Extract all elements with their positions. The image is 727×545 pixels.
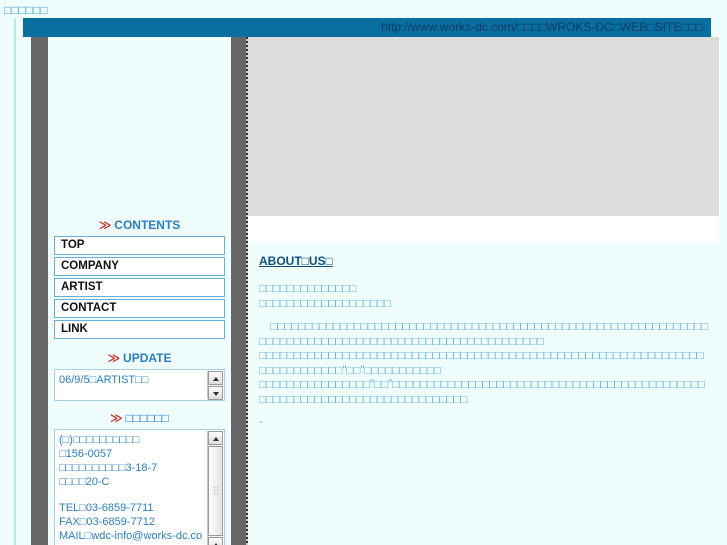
update-panel: 06/9/5□ARTIST□□ <box>54 369 225 401</box>
update-entry[interactable]: 06/9/5□ARTIST□□ <box>55 370 224 390</box>
contact-scrollbar[interactable] <box>207 431 223 545</box>
sidebar-item-link[interactable]: LINK <box>54 320 225 339</box>
trailing-gap <box>259 407 709 416</box>
update-scroll-down-icon[interactable] <box>208 386 223 400</box>
contact-address-line1: □□□□□□□□□□3-18-7 <box>59 462 158 474</box>
chevron-marker-icon: ≫ <box>107 351 121 365</box>
contact-postal: □156-0057 <box>59 448 113 460</box>
contact-scroll-up-icon[interactable] <box>208 431 223 445</box>
contact-scroll-up-icon-2[interactable] <box>208 537 223 545</box>
banner-image <box>248 37 719 216</box>
contact-tel: TEL□03-6859-7711 <box>59 502 154 514</box>
address-bar[interactable]: http://www.works-dc.com/□□□□WROKS-DC□WEB… <box>23 18 711 37</box>
sidebar-top-spacer <box>48 37 231 218</box>
paragraph-2: □□□□□□□□□□□□□□□□□□□ <box>259 297 391 310</box>
chevron-marker-icon: ≫ <box>98 218 112 232</box>
contents-heading: ≫ CONTENTS <box>48 218 231 232</box>
sidebar: ≫ CONTENTS TOP COMPANY ARTIST CONTACT LIN… <box>48 37 231 545</box>
contact-spacer <box>59 489 204 501</box>
main-content: ABOUT□US□ □□□□□□□□□□□□□□ □□□□□□□□□□□□□□□… <box>248 37 719 545</box>
contact-fax: FAX□03-6859-7712 <box>59 516 155 528</box>
paragraph-1: □□□□□□□□□□□□□□ <box>259 283 357 295</box>
center-frame-divider[interactable] <box>231 37 248 545</box>
update-scrollbar[interactable] <box>207 371 223 400</box>
heading-gap <box>259 268 709 282</box>
about-us-link[interactable]: ABOUT□US□ <box>259 254 333 268</box>
content-body: ABOUT□US□ □□□□□□□□□□□□□□ □□□□□□□□□□□□□□□… <box>248 242 719 545</box>
contact-heading-label: □□□□□□ <box>125 411 170 425</box>
chevron-marker-icon: ≫ <box>109 411 123 425</box>
sidebar-item-contact[interactable]: CONTACT <box>54 299 225 318</box>
left-frame-rail <box>31 37 48 545</box>
update-scroll-up-icon[interactable] <box>208 371 223 385</box>
contact-panel: (□)□□□□□□□□□□ □156-0057 □□□□□□□□□□3-18-7… <box>54 429 225 545</box>
contact-address-line2: □□□□20-C <box>59 476 110 488</box>
contact-scroll-thumb[interactable] <box>208 446 223 536</box>
contact-mail[interactable]: MAIL□wdc-info@works-dc.com <box>59 529 204 545</box>
paragraph-3: □□□□□□□□□□□□□□□□□□□□□□□□□□□□□□□□□□□□□□□□… <box>259 321 709 348</box>
contact-heading: ≫ □□□□□□ <box>48 411 231 425</box>
sidebar-item-artist[interactable]: ARTIST <box>54 278 225 297</box>
contact-company: (□)□□□□□□□□□□ <box>59 434 140 446</box>
contact-details: (□)□□□□□□□□□□ □156-0057 □□□□□□□□□□3-18-7… <box>55 430 224 545</box>
sidebar-item-company[interactable]: COMPANY <box>54 257 225 276</box>
contents-menu: TOP COMPANY ARTIST CONTACT LINK <box>54 236 225 339</box>
sidebar-item-top[interactable]: TOP <box>54 236 225 255</box>
update-heading: ≫ UPDATE <box>48 351 231 365</box>
browser-window: http://www.works-dc.com/□□□□WROKS-DC□WEB… <box>14 18 727 545</box>
contents-heading-label: CONTENTS <box>114 218 181 232</box>
paragraph-4: □□□□□□□□□□□□□□□□□□□□□□□□□□□□□□□□□□□□□□□□… <box>259 350 704 377</box>
paragraph-5: □□□□□□□□□□□□□□□□"□□"□□□□□□□□□□□□□□□□□□□□… <box>259 379 705 406</box>
update-heading-label: UPDATE <box>123 351 172 365</box>
page-title: □□□□□□ <box>4 3 48 17</box>
trailing-dash: - <box>259 416 263 428</box>
